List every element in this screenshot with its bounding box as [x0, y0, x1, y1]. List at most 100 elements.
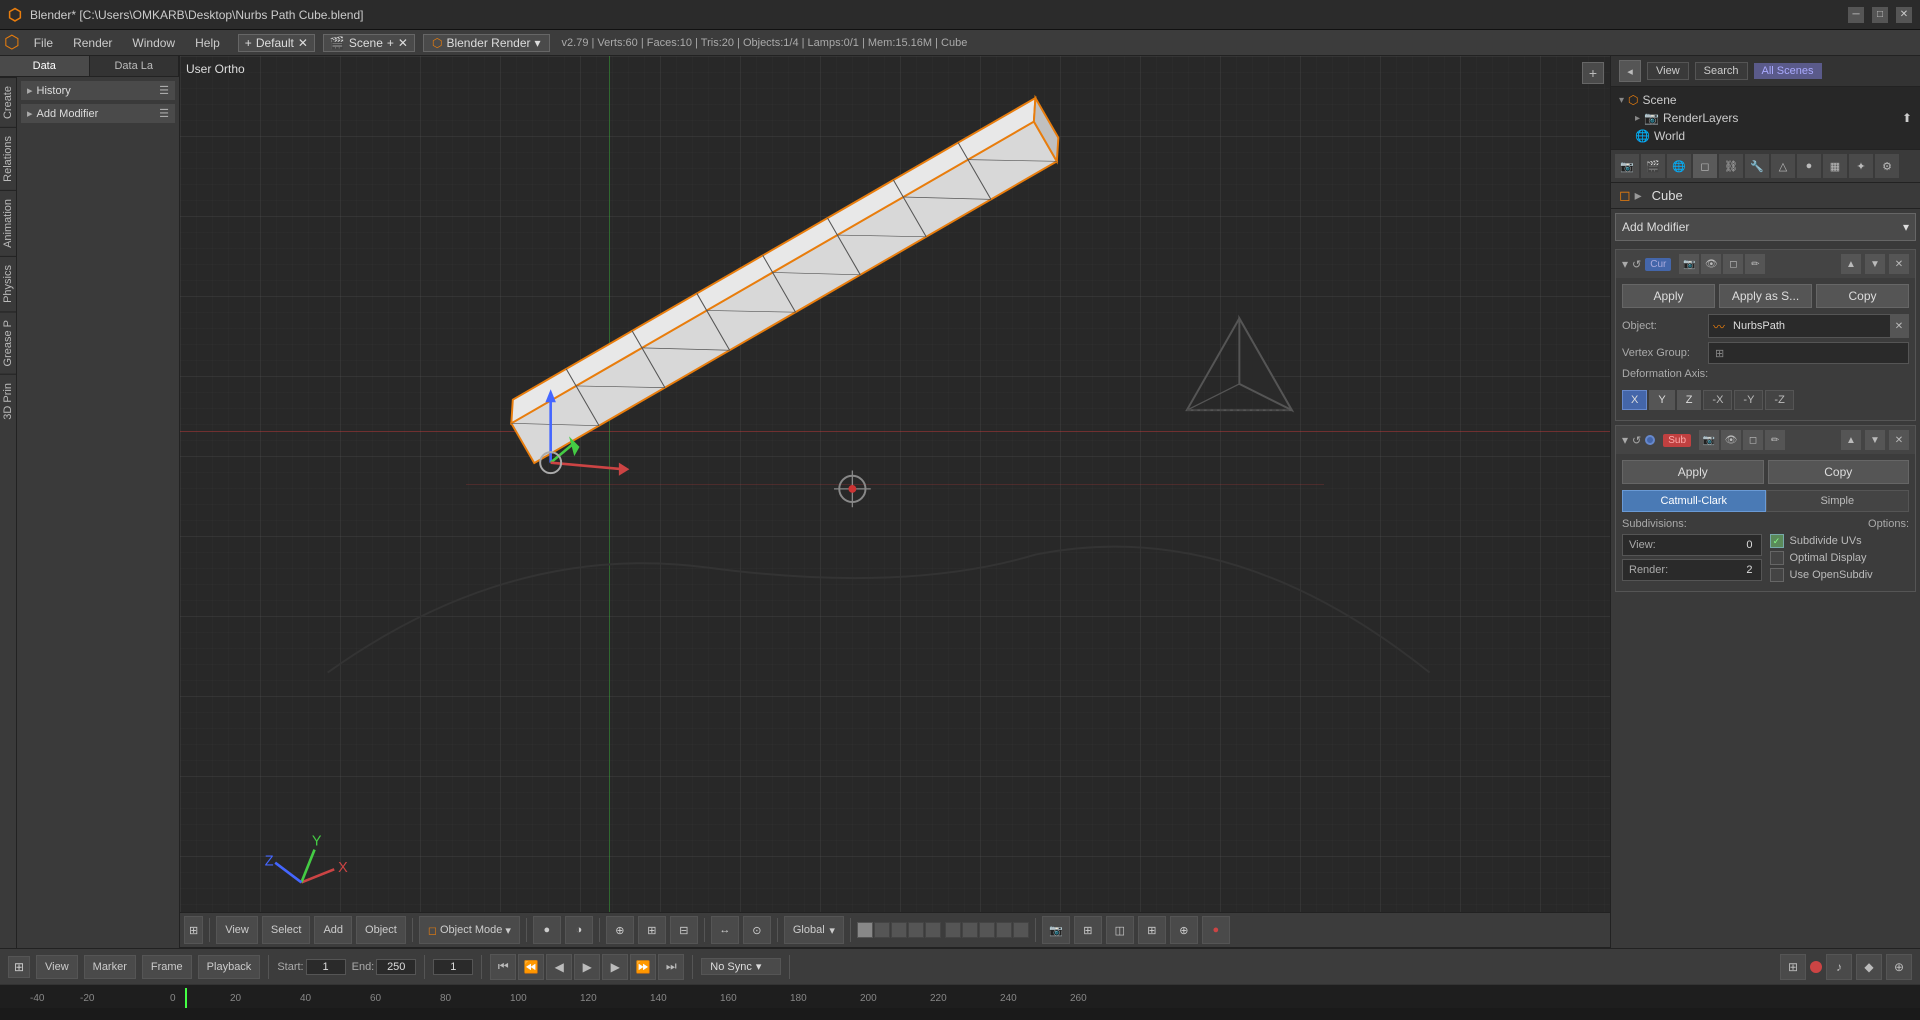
- start-value[interactable]: 1: [306, 959, 346, 975]
- axis-neg-z-btn[interactable]: -Z: [1765, 390, 1793, 410]
- search-btn[interactable]: Search: [1695, 62, 1748, 80]
- mode-selector[interactable]: ◻ Object Mode ▾: [419, 916, 520, 944]
- jump-start-btn[interactable]: ⏮: [490, 954, 516, 980]
- layer-btn-2[interactable]: [874, 922, 890, 938]
- object-menu-btn[interactable]: Object: [356, 916, 406, 944]
- use-opensubdiv-checkbox[interactable]: ✓: [1770, 568, 1784, 582]
- minimize-button[interactable]: ─: [1848, 7, 1864, 23]
- gamepad-btn[interactable]: ⊞: [1074, 916, 1102, 944]
- subdiv-mod-down-btn[interactable]: ▼: [1865, 430, 1885, 450]
- timeline-keyframe-btn[interactable]: ◆: [1856, 954, 1882, 980]
- axis-z-btn[interactable]: Z: [1677, 390, 1702, 410]
- shading-solid-btn[interactable]: ●: [533, 916, 561, 944]
- snap2-btn[interactable]: ⊟: [670, 916, 698, 944]
- layer-btn-8[interactable]: [979, 922, 995, 938]
- play-btn[interactable]: ▶: [574, 954, 600, 980]
- prop-icon-data[interactable]: △: [1771, 154, 1795, 178]
- end-value[interactable]: 250: [376, 959, 416, 975]
- pivot-btn[interactable]: ⊕: [606, 916, 634, 944]
- curve-apply-as-shape-btn[interactable]: Apply as S...: [1719, 284, 1812, 308]
- layer-btn-3[interactable]: [891, 922, 907, 938]
- layer-btn-1[interactable]: [857, 922, 873, 938]
- render-engine-selector[interactable]: ⬡ Blender Render ▾: [423, 34, 550, 52]
- menu-help[interactable]: Help: [185, 34, 230, 52]
- curve-mod-eye-icon-btn[interactable]: 👁: [1701, 254, 1721, 274]
- viewport-btn-pan[interactable]: ⊞: [184, 916, 203, 944]
- sidebar-item-grease[interactable]: Grease P: [0, 311, 16, 374]
- tree-item-scene[interactable]: ▾ ⬡ Scene: [1615, 91, 1916, 109]
- vertex-group-input-container[interactable]: ⊞: [1708, 342, 1909, 364]
- layer-btn-7[interactable]: [962, 922, 978, 938]
- curve-copy-btn[interactable]: Copy: [1816, 284, 1909, 308]
- 3d-viewport[interactable]: User Ortho +: [180, 56, 1610, 948]
- jump-end-btn[interactable]: ⏭: [658, 954, 684, 980]
- move-btn[interactable]: ⊕: [1170, 916, 1198, 944]
- history-header[interactable]: ▸ History ☰: [21, 81, 175, 100]
- all-scenes-btn[interactable]: All Scenes: [1754, 63, 1822, 79]
- prev-frame-btn[interactable]: ⏪: [518, 954, 544, 980]
- add-modifier-button[interactable]: Add Modifier ▾: [1615, 213, 1916, 241]
- tree-item-world[interactable]: 🌐 World: [1615, 127, 1916, 145]
- prop-icon-physics[interactable]: ⚙: [1875, 154, 1899, 178]
- sidebar-item-create[interactable]: Create: [0, 77, 16, 127]
- sidebar-item-animation[interactable]: Animation: [0, 190, 16, 256]
- prop-icon-world[interactable]: 🌐: [1667, 154, 1691, 178]
- subdiv-mod-up-btn[interactable]: ▲: [1841, 430, 1861, 450]
- timeline-settings-btn[interactable]: ⊞: [1780, 954, 1806, 980]
- timeline-view-btn[interactable]: View: [36, 955, 78, 979]
- prop-icon-object[interactable]: ◻: [1693, 154, 1717, 178]
- timeline-marker-btn[interactable]: Marker: [84, 955, 136, 979]
- snap-btn[interactable]: ⊞: [638, 916, 666, 944]
- layer-btn-4[interactable]: [908, 922, 924, 938]
- layer-btn-6[interactable]: [945, 922, 961, 938]
- curve-modifier-header[interactable]: ▾ ↺ Cur 📷 👁 ◻ ✏ ▲ ▼ ✕: [1616, 250, 1915, 278]
- grid-btn[interactable]: ⊞: [1138, 916, 1166, 944]
- prop-icon-texture[interactable]: ▦: [1823, 154, 1847, 178]
- current-frame-field[interactable]: 1: [433, 959, 473, 975]
- subdiv-apply-btn[interactable]: Apply: [1622, 460, 1764, 484]
- optimal-display-checkbox[interactable]: ✓: [1770, 551, 1784, 565]
- scene-selector[interactable]: 🎬 Scene + ✕: [323, 34, 415, 52]
- axis-neg-y-btn[interactable]: -Y: [1734, 390, 1763, 410]
- curve-mod-close-btn[interactable]: ✕: [1889, 254, 1909, 274]
- add-modifier-header[interactable]: ▸ Add Modifier ☰: [21, 104, 175, 123]
- curve-mod-viewport-icon-btn[interactable]: ◻: [1723, 254, 1743, 274]
- subdivision-modifier-header[interactable]: ▾ ↺ Sub 📷 👁 ◻ ✏ ▲ ▼ ✕: [1616, 426, 1915, 454]
- view-btn[interactable]: View: [1647, 62, 1689, 80]
- prop-icon-material[interactable]: ●: [1797, 154, 1821, 178]
- global-local-btn[interactable]: Global ▾: [784, 916, 844, 944]
- prop-icon-modifier[interactable]: 🔧: [1745, 154, 1769, 178]
- menu-file[interactable]: File: [24, 34, 63, 52]
- subdiv-copy-btn[interactable]: Copy: [1768, 460, 1910, 484]
- prop-icon-particles[interactable]: ✦: [1849, 154, 1873, 178]
- proportional-btn[interactable]: ⊙: [743, 916, 771, 944]
- layer-btn-9[interactable]: [996, 922, 1012, 938]
- subdiv-tab-simple[interactable]: Simple: [1766, 490, 1910, 512]
- layer-btn-5[interactable]: [925, 922, 941, 938]
- transform-btn[interactable]: ↔: [711, 916, 739, 944]
- sidebar-item-relations[interactable]: Relations: [0, 127, 16, 190]
- scene-collapse-icon[interactable]: ◂: [1619, 60, 1641, 82]
- curve-mod-up-btn[interactable]: ▲: [1841, 254, 1861, 274]
- curve-mod-edit-icon-btn[interactable]: ✏: [1745, 254, 1765, 274]
- subdivide-uvs-checkbox[interactable]: ✓: [1770, 534, 1784, 548]
- sync-mode-selector[interactable]: No Sync ▾: [701, 958, 781, 975]
- prop-icon-render[interactable]: 📷: [1615, 154, 1639, 178]
- prop-icon-constraints[interactable]: ⛓: [1719, 154, 1743, 178]
- nurbspath-input[interactable]: [1729, 318, 1890, 334]
- add-menu-btn[interactable]: Add: [314, 916, 352, 944]
- timeline-frame-btn[interactable]: Frame: [142, 955, 192, 979]
- axis-x-btn[interactable]: X: [1622, 390, 1647, 410]
- next-keyframe-btn[interactable]: ▶: [602, 954, 628, 980]
- sidebar-item-physics[interactable]: Physics: [0, 256, 16, 311]
- timeline-expand-btn[interactable]: ⊞: [8, 956, 30, 978]
- workspace-selector[interactable]: + Default ✕: [238, 34, 315, 52]
- render-btn[interactable]: 📷: [1042, 916, 1070, 944]
- view-menu-btn[interactable]: View: [216, 916, 258, 944]
- subdiv-mod-edit-icon-btn[interactable]: ✏: [1765, 430, 1785, 450]
- select-menu-btn[interactable]: Select: [262, 916, 311, 944]
- menu-render[interactable]: Render: [63, 34, 122, 52]
- tab-data[interactable]: Data: [0, 56, 90, 76]
- view-field[interactable]: View: 0: [1622, 534, 1762, 556]
- curve-mod-render-icon-btn[interactable]: 📷: [1679, 254, 1699, 274]
